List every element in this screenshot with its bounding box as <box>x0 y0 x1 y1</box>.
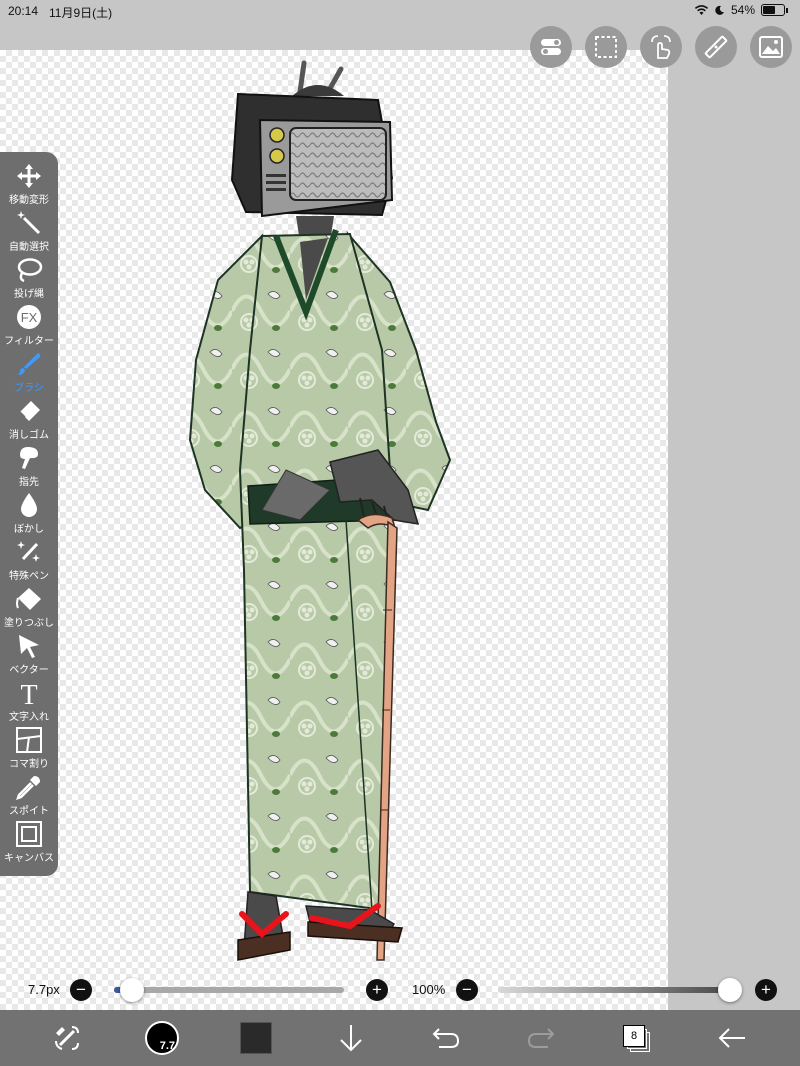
image-button[interactable] <box>750 26 792 68</box>
layers-button[interactable]: 8 <box>620 1020 652 1056</box>
brush-icon <box>18 353 41 375</box>
transform-button[interactable] <box>50 1020 84 1056</box>
tool-eraser[interactable]: 消しゴム <box>0 397 58 444</box>
tool-frame-divider[interactable]: コマ割り <box>0 726 58 773</box>
moon-icon <box>715 5 724 15</box>
brush-size-indicator[interactable]: 7.7 <box>144 1020 180 1056</box>
tool-label: ぼかし <box>14 524 44 535</box>
eyedropper-icon <box>16 776 40 800</box>
tool-label: 文字入れ <box>9 712 49 723</box>
tool-label: スポイト <box>9 806 49 817</box>
special-pen-icon <box>17 541 40 562</box>
tool-move-transform[interactable]: 移動変形 <box>0 162 58 209</box>
battery-percent: 54% <box>730 3 755 17</box>
ruler-button[interactable] <box>695 26 737 68</box>
tool-lasso[interactable]: 投げ縄 <box>0 256 58 303</box>
tool-text[interactable]: T 文字入れ <box>0 679 58 726</box>
tool-label: 特殊ペン <box>9 571 49 582</box>
color-swatch-icon <box>240 1022 272 1054</box>
drawing-canvas[interactable] <box>0 50 668 1010</box>
toggle-icon <box>541 39 561 55</box>
magic-wand-icon <box>17 211 41 235</box>
back-button[interactable] <box>716 1020 748 1056</box>
download-icon <box>340 1025 362 1052</box>
brush-size-plus-button[interactable]: + <box>366 979 388 1001</box>
brush-size-badge: 7.7 <box>159 1040 175 1052</box>
brush-size-value: 7.7px <box>28 982 60 997</box>
redo-icon <box>527 1028 555 1048</box>
opacity-slider[interactable] <box>498 987 736 993</box>
brush-size-minus-button[interactable]: − <box>70 979 92 1001</box>
eraser-icon <box>19 401 40 421</box>
tool-label: 移動変形 <box>9 195 49 206</box>
undo-button[interactable] <box>430 1020 462 1056</box>
brush-size-thumb[interactable] <box>119 978 144 1002</box>
fx-icon: FX <box>17 305 41 329</box>
download-button[interactable] <box>336 1020 366 1056</box>
tool-finger[interactable]: 指先 <box>0 444 58 491</box>
tool-canvas[interactable]: キャンバス <box>0 820 58 867</box>
status-bar: 20:14 11月9日(土) 54% <box>0 0 800 22</box>
gesture-icon <box>651 35 671 59</box>
tool-label: フィルター <box>4 336 54 347</box>
tool-label: コマ割り <box>9 759 49 770</box>
tool-label: ブラシ <box>14 383 44 394</box>
tool-label: 指先 <box>19 477 39 488</box>
undo-icon <box>432 1028 460 1048</box>
tool-eyedropper[interactable]: スポイト <box>0 773 58 820</box>
wifi-icon <box>694 5 709 15</box>
fill-icon <box>16 588 41 610</box>
gesture-button[interactable] <box>640 26 682 68</box>
ruler-icon <box>704 35 728 59</box>
tool-label: 投げ縄 <box>14 289 44 300</box>
artwork-tv-head-figure <box>188 60 452 961</box>
tool-brush[interactable]: ブラシ <box>0 350 58 397</box>
canvas-icon <box>16 821 42 847</box>
battery-icon <box>761 4 785 16</box>
opacity-thumb[interactable] <box>718 978 742 1002</box>
finger-icon <box>20 447 38 469</box>
lasso-icon <box>17 258 43 283</box>
tool-auto-select[interactable]: 自動選択 <box>0 209 58 256</box>
slider-row: 7.7px − + 100% − + <box>0 972 800 1010</box>
brush-size-icon: 7.7 <box>145 1021 179 1055</box>
redo-button[interactable] <box>525 1020 557 1056</box>
layers-icon: 8 <box>622 1024 650 1052</box>
tool-label: ベクター <box>9 665 49 676</box>
left-toolbar: 移動変形 自動選択 投げ縄 FX フィルター ブラシ 消しゴム 指先 ぼかし 特… <box>0 152 58 876</box>
vector-icon <box>19 635 39 658</box>
tool-label: 自動選択 <box>9 242 49 253</box>
svg-text:FX: FX <box>21 310 38 325</box>
bottom-bar: 7.7 8 <box>0 1010 800 1066</box>
tool-fill[interactable]: 塗りつぶし <box>0 585 58 632</box>
back-arrow-icon <box>718 1028 745 1048</box>
transform-icon <box>55 1026 79 1050</box>
tool-label: 消しゴム <box>9 430 49 441</box>
image-icon <box>759 36 783 58</box>
tool-label: キャンバス <box>4 853 54 864</box>
svg-text:T: T <box>20 680 37 707</box>
opacity-minus-button[interactable]: − <box>456 979 478 1001</box>
blur-icon <box>21 493 37 517</box>
selection-icon <box>595 36 617 58</box>
text-icon: T <box>20 680 37 707</box>
brush-size-slider[interactable] <box>114 987 344 993</box>
layer-toggle-button[interactable] <box>530 26 572 68</box>
status-time: 20:14 <box>8 4 39 18</box>
frame-icon <box>16 727 42 753</box>
layer-count: 8 <box>623 1025 645 1047</box>
tool-filter[interactable]: FX フィルター <box>0 303 58 350</box>
selection-button[interactable] <box>585 26 627 68</box>
tool-label: 塗りつぶし <box>3 618 55 629</box>
tool-vector[interactable]: ベクター <box>0 632 58 679</box>
tool-blur[interactable]: ぼかし <box>0 491 58 538</box>
battery-tip <box>786 7 788 13</box>
status-date: 11月9日(土) <box>49 6 113 20</box>
status-right: 54% <box>694 3 788 17</box>
opacity-value: 100% <box>412 982 446 997</box>
opacity-plus-button[interactable]: + <box>755 979 777 1001</box>
color-swatch-button[interactable] <box>240 1020 272 1056</box>
tool-special-pen[interactable]: 特殊ペン <box>0 538 58 585</box>
move-icon <box>17 164 41 188</box>
